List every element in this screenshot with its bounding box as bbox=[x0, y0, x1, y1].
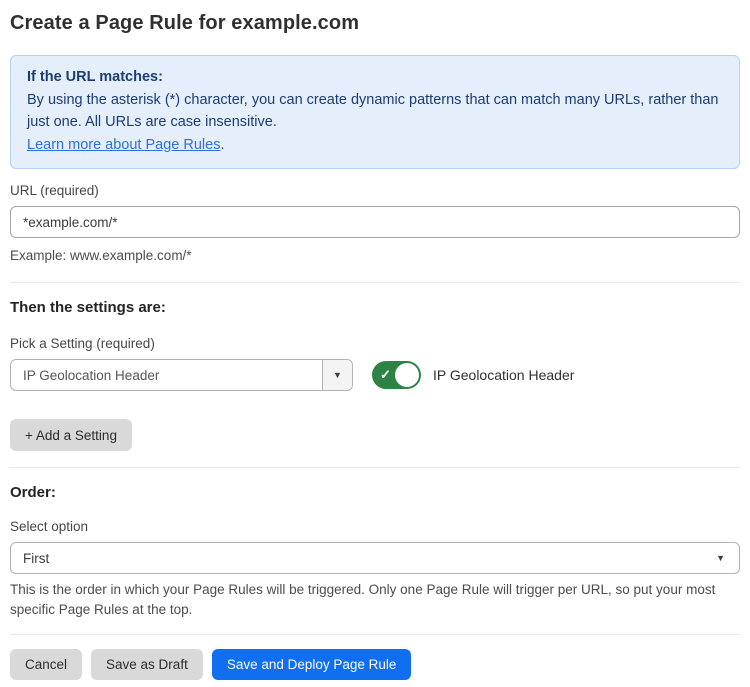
url-matches-info-box: If the URL matches: By using the asteris… bbox=[10, 55, 740, 169]
setting-picker-label: Pick a Setting (required) bbox=[10, 336, 740, 351]
ip-geolocation-toggle[interactable]: ✓ bbox=[372, 361, 421, 389]
setting-picker-arrow-button[interactable]: ▼ bbox=[322, 360, 352, 390]
order-select[interactable]: First ▼ bbox=[10, 542, 740, 574]
url-input[interactable] bbox=[10, 206, 740, 238]
link-suffix: . bbox=[220, 137, 224, 153]
order-select-value: First bbox=[23, 551, 49, 566]
save-and-deploy-button[interactable]: Save and Deploy Page Rule bbox=[212, 649, 412, 680]
setting-picker-dropdown[interactable]: IP Geolocation Header ▼ bbox=[10, 359, 353, 391]
add-setting-button[interactable]: + Add a Setting bbox=[10, 419, 132, 451]
setting-picker-value: IP Geolocation Header bbox=[11, 360, 322, 390]
divider bbox=[10, 467, 740, 468]
order-section-heading: Order: bbox=[10, 484, 740, 501]
info-box-heading: If the URL matches: bbox=[27, 66, 723, 89]
toggle-label: IP Geolocation Header bbox=[433, 367, 574, 383]
divider bbox=[10, 282, 740, 283]
setting-row: IP Geolocation Header ▼ ✓ IP Geolocation… bbox=[10, 359, 740, 391]
page-title: Create a Page Rule for example.com bbox=[10, 12, 740, 35]
cancel-button[interactable]: Cancel bbox=[10, 649, 82, 680]
divider bbox=[10, 634, 740, 635]
chevron-down-icon: ▼ bbox=[333, 370, 342, 380]
save-as-draft-button[interactable]: Save as Draft bbox=[91, 649, 203, 680]
learn-more-link[interactable]: Learn more about Page Rules bbox=[27, 137, 220, 153]
toggle-knob bbox=[395, 363, 419, 387]
footer-actions: Cancel Save as Draft Save and Deploy Pag… bbox=[10, 649, 740, 680]
chevron-down-icon: ▼ bbox=[716, 553, 725, 563]
info-box-body: By using the asterisk (*) character, you… bbox=[27, 89, 723, 134]
info-box-link-row: Learn more about Page Rules. bbox=[27, 134, 723, 157]
check-icon: ✓ bbox=[380, 367, 391, 383]
order-select-label: Select option bbox=[10, 519, 740, 534]
settings-section-heading: Then the settings are: bbox=[10, 299, 740, 316]
order-help-text: This is the order in which your Page Rul… bbox=[10, 580, 740, 620]
url-field-label: URL (required) bbox=[10, 183, 740, 198]
url-field-help: Example: www.example.com/* bbox=[10, 246, 740, 266]
